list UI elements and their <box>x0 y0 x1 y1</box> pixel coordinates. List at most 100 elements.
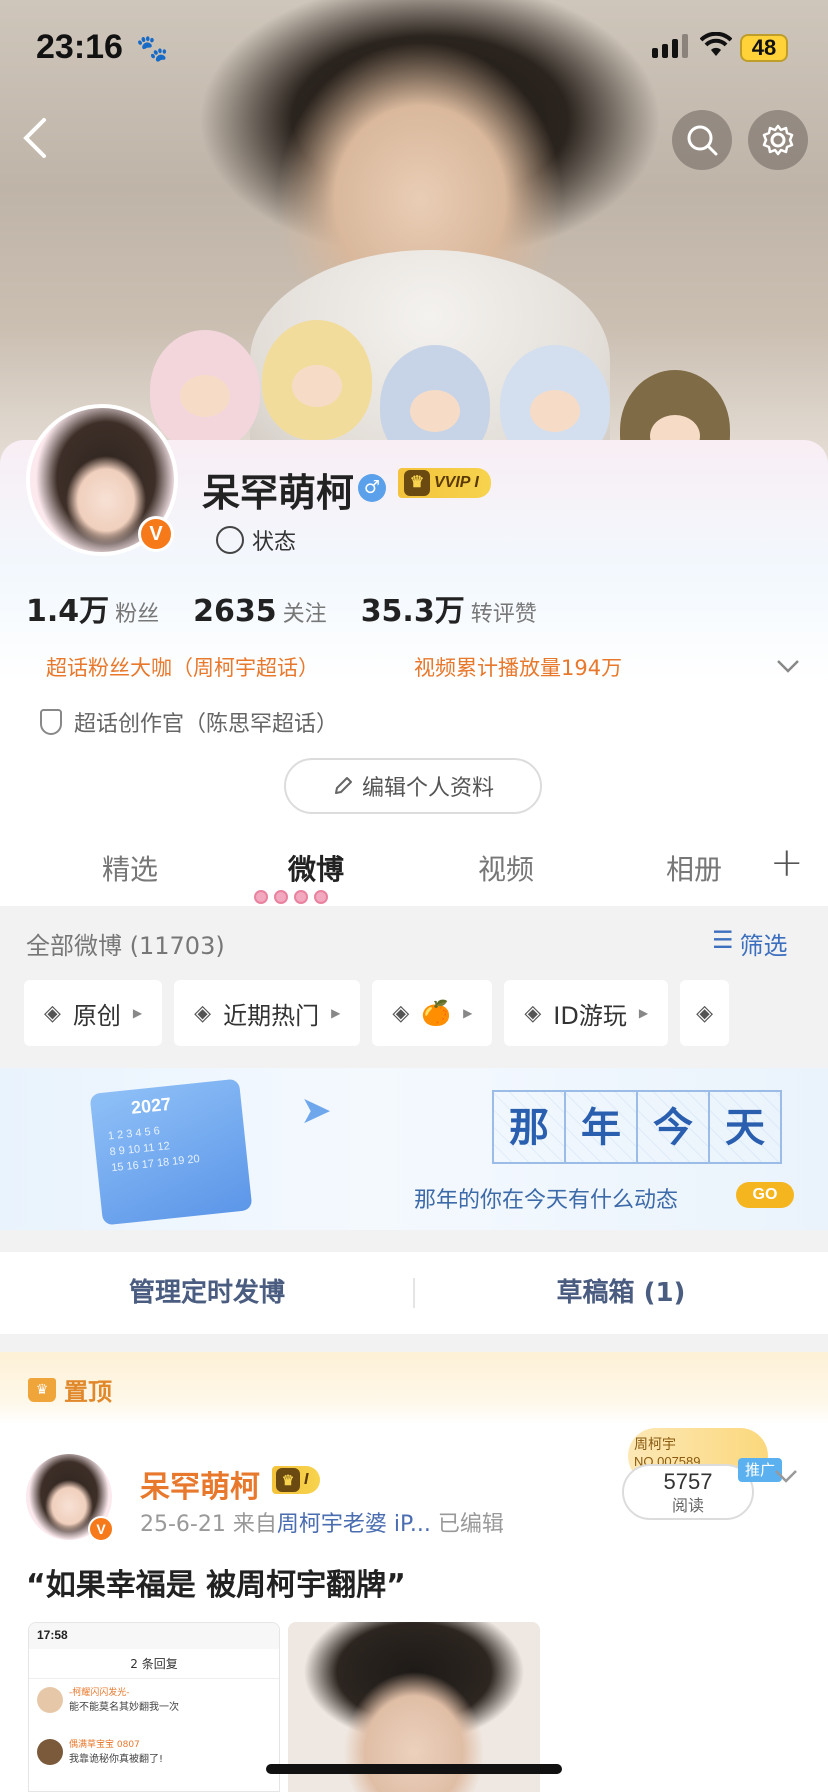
banner-title-char: 天 <box>708 1090 782 1164</box>
profile-tabs: 精选 微博 视频 相册 + <box>0 834 828 906</box>
stat-followers[interactable]: 1.4万 粉丝 <box>26 586 159 630</box>
pinned-header <box>0 1352 828 1424</box>
pinned-text: 置顶 <box>64 1378 112 1406</box>
tab-albums[interactable]: 相册 <box>666 848 722 888</box>
stat-following[interactable]: 2635 关注 <box>193 594 327 629</box>
status-label: 状态 <box>252 530 297 555</box>
post-image-screenshot[interactable]: 17:58 2 条回复 -柯耀闪闪发光- 能不能莫名其妙翻我一次 偶满草宝宝 0… <box>28 1622 280 1792</box>
home-indicator[interactable] <box>266 1764 562 1774</box>
active-tab-indicator <box>254 890 328 904</box>
post-author-name[interactable]: 呆罕萌柯 <box>140 1462 260 1506</box>
stat-label: 关注 <box>282 602 327 627</box>
status-smiley-icon <box>216 526 244 554</box>
tab-featured[interactable]: 精选 <box>102 848 158 888</box>
caret-right-icon: ▶ <box>331 1006 341 1020</box>
banner-title-char: 今 <box>636 1090 710 1164</box>
cover-plush-doll <box>262 320 372 440</box>
search-icon <box>687 125 718 156</box>
layers-icon: ◈ <box>44 1000 61 1026</box>
banner-title-char: 那 <box>492 1090 566 1164</box>
chip-label: 近期热门 <box>223 1001 320 1030</box>
pinned-label: ♛ 置顶 <box>28 1372 112 1407</box>
thumb-comment-name: -柯耀闪闪发光- <box>69 1688 130 1698</box>
stat-value: 2635 <box>193 594 277 629</box>
paper-plane-icon: ➤ <box>300 1088 332 1132</box>
wifi-icon <box>699 31 733 65</box>
tab-weibo[interactable]: 微博 <box>288 848 344 888</box>
go-button[interactable]: GO <box>736 1182 794 1208</box>
crown-icon: ♛ <box>28 1377 56 1402</box>
thumb-comment-name: 偶满草宝宝 0807 <box>69 1740 140 1750</box>
chevron-down-icon[interactable] <box>776 652 800 680</box>
filter-chips: ◈ 原创 ▶ ◈ 近期热门 ▶ ◈ 🍊 ▶ ◈ ID游玩 ▶ ◈ <box>24 980 729 1046</box>
layers-icon: ◈ <box>194 1000 212 1026</box>
chip-orange[interactable]: ◈ 🍊 ▶ <box>372 980 493 1046</box>
post-meta: 25-6-21 来自周柯宇老婆 iP... 已编辑 <box>140 1506 504 1538</box>
member-level-badge[interactable]: ♛ I <box>272 1466 321 1494</box>
edit-profile-button[interactable]: 编辑个人资料 <box>284 758 542 814</box>
profile-stats: 1.4万 粉丝 2635 关注 35.3万 转评赞 <box>26 586 537 630</box>
drafts-button[interactable]: 草稿箱 (1) <box>414 1252 828 1334</box>
all-weibo-count: 全部微博 (11703) <box>26 932 225 960</box>
search-button[interactable] <box>672 110 732 170</box>
banner-title: 那 年 今 天 <box>492 1090 782 1164</box>
post-date: 25-6-21 <box>140 1512 226 1537</box>
signal-icon <box>652 34 688 58</box>
filter-button[interactable]: ☰ 筛选 <box>712 926 788 961</box>
layers-icon: ◈ <box>392 1000 410 1026</box>
creator-label: 超话创作官（陈思罕超话） <box>74 712 339 737</box>
chip-label: 🍊 <box>421 999 452 1027</box>
caret-right-icon: ▶ <box>638 1006 649 1020</box>
post-source[interactable]: 周柯宇老婆 iP... <box>277 1512 431 1537</box>
tab-videos[interactable]: 视频 <box>478 848 534 888</box>
thumb-reply-header: 2 条回复 <box>29 1649 279 1679</box>
edit-profile-label: 编辑个人资料 <box>361 776 494 801</box>
pencil-icon <box>334 777 352 794</box>
vvip-badge[interactable]: ♛ VVIP I <box>398 468 491 498</box>
verified-badge-icon: V <box>88 1516 114 1542</box>
stat-label: 转评赞 <box>470 602 537 627</box>
manage-scheduled-button[interactable]: 管理定时发博 <box>0 1252 414 1334</box>
calendar-year: 2027 <box>130 1093 173 1118</box>
stat-likes[interactable]: 35.3万 转评赞 <box>361 586 537 630</box>
on-this-day-banner[interactable]: 2027 1 2 3 4 5 68 9 10 11 12 15 16 17 18 … <box>0 1068 828 1230</box>
manage-row: 管理定时发博 草稿箱 (1) <box>0 1252 828 1334</box>
thumb-comment-text: 我靠诡秘你真被翻了! <box>69 1754 164 1765</box>
chip-label: 原创 <box>72 1001 121 1030</box>
crown-icon: ♛ <box>404 470 430 496</box>
thumb-comment-text: 能不能莫名其妙翻我一次 <box>69 1702 179 1713</box>
gear-icon <box>762 124 794 156</box>
chip-more[interactable]: ◈ <box>680 980 729 1046</box>
thumb-comment: 偶满草宝宝 0807 我靠诡秘你真被翻了! <box>29 1731 279 1783</box>
thumb-status-time: 17:58 <box>29 1623 279 1649</box>
chip-recent-hot[interactable]: ◈ 近期热门 ▶ <box>174 980 361 1046</box>
post-from: 来自 <box>232 1512 277 1537</box>
settings-button[interactable] <box>748 110 808 170</box>
vvip-label: VVIP I <box>434 474 479 491</box>
creator-title[interactable]: 超话创作官（陈思罕超话） <box>40 706 338 738</box>
paw-icon: 🐾 <box>136 34 169 64</box>
verified-badge-icon: V <box>138 516 174 552</box>
shield-icon <box>40 709 62 735</box>
read-count-button[interactable]: 5757 阅读 <box>622 1464 754 1520</box>
gender-male-icon: ♂ <box>358 474 386 502</box>
read-label: 阅读 <box>671 1496 704 1515</box>
honor-video-plays[interactable]: 视频累计播放量194万 <box>414 652 622 682</box>
chip-id-play[interactable]: ◈ ID游玩 ▶ <box>504 980 669 1046</box>
add-tab-icon[interactable]: + <box>770 840 804 886</box>
filter-label: 筛选 <box>739 932 788 960</box>
caret-right-icon: ▶ <box>132 1006 143 1020</box>
layers-icon: ◈ <box>524 1000 542 1026</box>
chip-original[interactable]: ◈ 原创 ▶ <box>24 980 163 1046</box>
chevron-down-icon[interactable] <box>774 1462 798 1490</box>
honor-supertopic-fan[interactable]: 超话粉丝大咖（周柯宇超话） <box>46 652 319 682</box>
back-icon[interactable] <box>20 116 64 166</box>
stat-value: 1.4万 <box>26 594 110 629</box>
profile-username: 呆罕萌柯 <box>202 471 355 515</box>
post-edited: 已编辑 <box>437 1512 504 1537</box>
stat-label: 粉丝 <box>115 602 160 627</box>
status-time: 23:16 <box>36 28 123 66</box>
status-button[interactable]: 状态 <box>216 524 296 556</box>
profile-avatar[interactable]: V <box>26 404 178 556</box>
banner-title-char: 年 <box>564 1090 638 1164</box>
